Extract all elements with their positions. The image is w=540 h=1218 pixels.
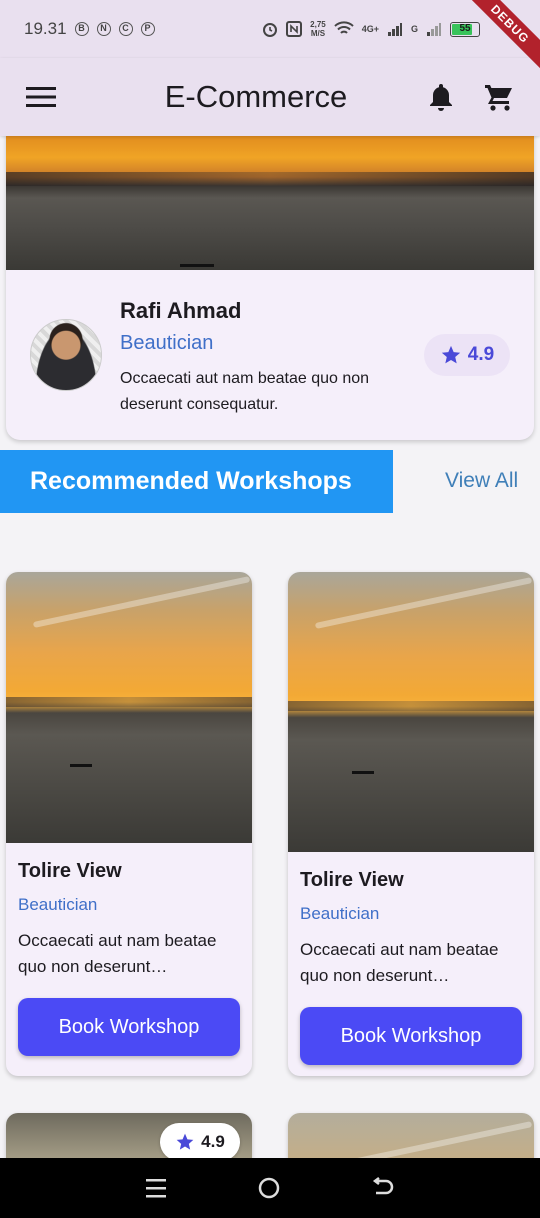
workshop-image	[6, 572, 252, 843]
person-role: Beautician	[120, 332, 214, 354]
section-title: Recommended Workshops	[0, 450, 393, 513]
image-boat	[70, 764, 92, 768]
back-icon[interactable]	[371, 1177, 395, 1199]
rating-value: 4.9	[467, 344, 495, 365]
battery-level: 55	[459, 22, 471, 34]
nfc-icon	[286, 21, 303, 37]
alarm-icon	[263, 23, 278, 37]
workshop-title: Tolire View	[18, 860, 122, 882]
bell-icon[interactable]	[424, 80, 458, 114]
speed-value: 2,75	[310, 20, 326, 29]
workshop-image	[288, 572, 534, 852]
image-cloud-streak	[314, 577, 533, 629]
menu-icon[interactable]	[24, 80, 58, 114]
workshop-title: Tolire View	[300, 869, 404, 891]
status-left: 19.31 B N C P	[24, 19, 155, 39]
pinterest-icon: P	[140, 22, 155, 36]
network-type: 4G+	[361, 24, 379, 34]
app-bar-actions	[424, 80, 516, 114]
workshop-card[interactable]: Tolire View Beautician Occaecati aut nam…	[288, 572, 534, 1076]
app-title: E-Commerce	[164, 79, 348, 114]
image-cloud-streak	[32, 576, 251, 629]
notification-n-icon: N	[96, 22, 111, 36]
workshop-description: Occaecati aut nam beatae quo non deserun…	[300, 940, 499, 985]
app-bar: E-Commerce	[0, 58, 540, 136]
featured-image	[6, 120, 534, 270]
featured-card[interactable]: Rafi Ahmad Beautician Occaecati aut nam …	[6, 120, 534, 440]
image-boat	[352, 770, 374, 774]
person-name: Rafi Ahmad	[120, 298, 242, 323]
speed-unit: M/S	[310, 29, 326, 38]
notification-b-icon: B	[74, 22, 89, 36]
status-bar: 19.31 B N C P 2,75 M/S 4G+ G 55 DEBUG	[0, 0, 540, 74]
wifi-icon	[334, 21, 354, 34]
person-description: Occaecati aut nam beatae quo non deserun…	[120, 370, 370, 413]
battery-icon: 55	[450, 21, 480, 37]
signal-icon	[387, 23, 402, 36]
system-nav-bar	[0, 1158, 540, 1218]
image-cloud	[288, 700, 534, 711]
image-cloud	[6, 696, 252, 707]
image-boat	[180, 264, 214, 267]
network-speed: 2,75 M/S	[310, 20, 326, 38]
status-right: 2,75 M/S 4G+ G 55	[262, 20, 480, 38]
workshop-role: Beautician	[300, 904, 380, 923]
star-icon	[176, 1133, 194, 1150]
workshop-role: Beautician	[18, 895, 98, 914]
book-workshop-button[interactable]: Book Workshop	[18, 998, 240, 1056]
star-icon	[441, 345, 460, 364]
rating-badge: 4.9	[160, 1123, 240, 1161]
workshop-card[interactable]: Tolire View Beautician Occaecati aut nam…	[6, 572, 252, 1076]
network-type-2: G	[410, 24, 418, 34]
view-all-link[interactable]: View All	[445, 469, 518, 493]
workshop-description: Occaecati aut nam beatae quo non deserun…	[18, 931, 217, 976]
book-workshop-button[interactable]: Book Workshop	[300, 1007, 522, 1065]
screen: 19.31 B N C P 2,75 M/S 4G+ G 55 DEBUG E-C…	[0, 0, 540, 1218]
home-icon[interactable]	[257, 1176, 281, 1200]
rating-badge: 4.9	[424, 334, 510, 376]
cart-icon[interactable]	[482, 80, 516, 114]
image-cloud	[6, 172, 534, 186]
notification-c-icon: C	[118, 22, 133, 36]
recent-apps-icon[interactable]	[145, 1177, 167, 1199]
avatar	[30, 319, 102, 391]
status-time: 19.31	[24, 19, 67, 38]
signal-2-icon	[427, 23, 441, 36]
rating-value: 4.9	[201, 1132, 225, 1151]
